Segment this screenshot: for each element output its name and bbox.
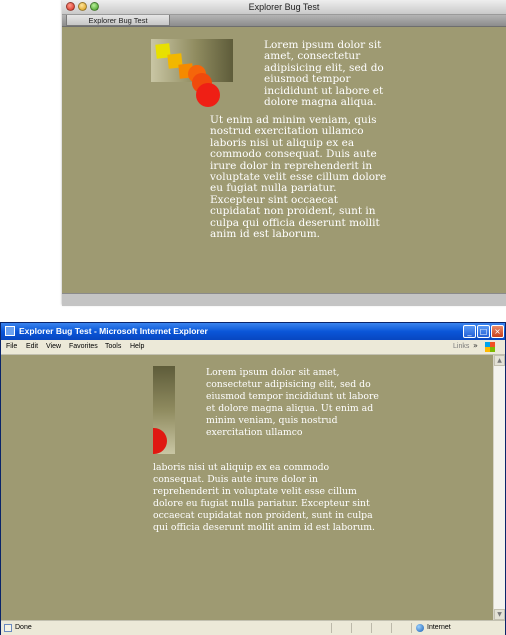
status-divider bbox=[391, 623, 392, 633]
menu-bar: File Edit View Favorites Tools Help Link… bbox=[1, 340, 505, 355]
globe-icon bbox=[416, 624, 424, 632]
lorem-paragraph-top: Lorem ipsum dolor sit amet, consectetur … bbox=[264, 39, 384, 109]
tab-explorer-bug-test[interactable]: Explorer Bug Test bbox=[66, 15, 170, 26]
menu-tools[interactable]: Tools bbox=[105, 340, 121, 354]
mac-browser-window: Explorer Bug Test Explorer Bug Test Lore… bbox=[62, 0, 506, 306]
menu-file[interactable]: File bbox=[6, 340, 17, 354]
menu-edit[interactable]: Edit bbox=[26, 340, 38, 354]
status-divider bbox=[411, 623, 412, 633]
clipped-circle bbox=[153, 428, 167, 454]
status-divider bbox=[351, 623, 352, 633]
menu-view[interactable]: View bbox=[46, 340, 61, 354]
lorem-paragraph-bottom: Ut enim ad minim veniam, quis nostrud ex… bbox=[210, 114, 387, 241]
window-title: Explorer Bug Test bbox=[248, 2, 320, 12]
security-zone-label: Internet bbox=[427, 624, 451, 631]
windows-logo-icon bbox=[485, 342, 495, 352]
close-button[interactable]: × bbox=[491, 325, 504, 338]
red-circle bbox=[153, 428, 167, 454]
minimize-button[interactable]: _ bbox=[463, 325, 476, 338]
scroll-down-icon[interactable]: ▼ bbox=[494, 609, 505, 620]
scroll-up-icon[interactable]: ▲ bbox=[494, 355, 505, 366]
ie-browser-window: Explorer Bug Test - Microsoft Internet E… bbox=[0, 322, 506, 635]
vertical-scrollbar[interactable]: ▲ ▼ bbox=[493, 355, 505, 620]
status-text: Done bbox=[15, 624, 32, 631]
page-content: Lorem ipsum dolor sit amet, consectetur … bbox=[1, 355, 493, 620]
links-toolbar-label[interactable]: Links bbox=[453, 340, 469, 354]
page-content: Lorem ipsum dolor sit amet, consectetur … bbox=[62, 27, 506, 293]
lorem-paragraph-bottom: laboris nisi ut aliquip ex ea commodo co… bbox=[153, 462, 375, 533]
status-divider bbox=[331, 623, 332, 633]
window-title: Explorer Bug Test - Microsoft Internet E… bbox=[19, 326, 208, 336]
mac-status-bar bbox=[62, 293, 506, 306]
menu-favorites[interactable]: Favorites bbox=[69, 340, 98, 354]
ie-title-bar[interactable]: Explorer Bug Test - Microsoft Internet E… bbox=[1, 323, 505, 340]
chevron-right-icon[interactable]: » bbox=[473, 340, 478, 352]
status-divider bbox=[371, 623, 372, 633]
mac-title-bar[interactable]: Explorer Bug Test bbox=[62, 0, 506, 15]
tab-bar: Explorer Bug Test bbox=[62, 15, 506, 27]
maximize-button[interactable]: □ bbox=[477, 325, 490, 338]
menu-help[interactable]: Help bbox=[130, 340, 144, 354]
ie-page-icon bbox=[5, 326, 15, 336]
lorem-paragraph-top: Lorem ipsum dolor sit amet, consectetur … bbox=[206, 367, 379, 438]
page-done-icon bbox=[4, 624, 12, 632]
status-bar: Done Internet bbox=[1, 620, 505, 635]
red-circle bbox=[196, 83, 220, 107]
